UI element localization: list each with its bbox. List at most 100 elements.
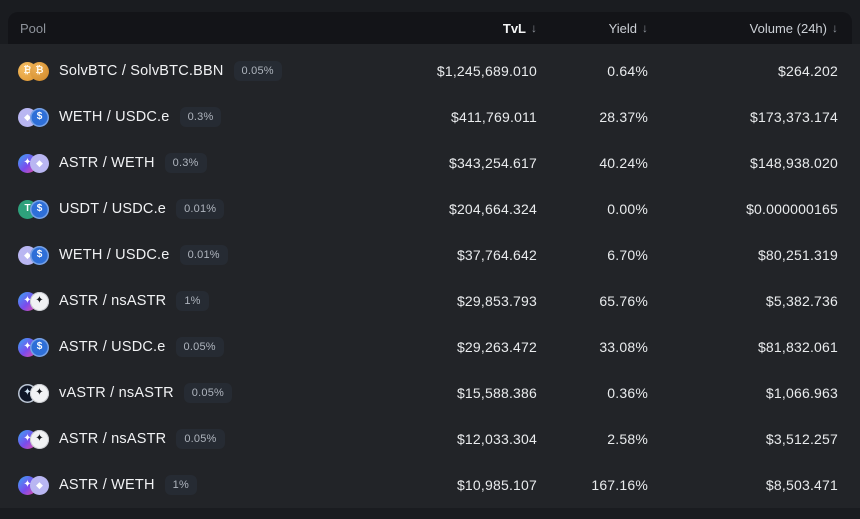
pool-name: USDT / USDC.e [59, 201, 166, 217]
pool-table-row[interactable]: ◆ $ WETH / USDC.e 0.3% $411,769.011 28.3… [0, 94, 860, 140]
pools-table-body: ₿ ₿ SolvBTC / SolvBTC.BBN 0.05% $1,245,6… [0, 44, 860, 508]
tvl-value: $29,853.793 [457, 278, 537, 324]
pool-cell: ₿ ₿ SolvBTC / SolvBTC.BBN 0.05% [0, 61, 282, 81]
pool-table-row[interactable]: ✦ ✦ ASTR / nsASTR 1% $29,853.793 65.76% … [0, 278, 860, 324]
fee-tier-badge: 0.05% [234, 61, 282, 81]
pool-name: ASTR / nsASTR [59, 431, 166, 447]
pool-name: ASTR / USDC.e [59, 339, 166, 355]
volume-value: $173,373.174 [750, 94, 838, 140]
tvl-value: $343,254.617 [449, 140, 537, 186]
nsastr-token-icon: ✦ [30, 292, 49, 311]
pool-name: vASTR / nsASTR [59, 385, 174, 401]
pool-cell: ✦ ◆ ASTR / WETH 1% [0, 475, 197, 495]
pool-header-label: Pool [20, 21, 46, 36]
pool-name: WETH / USDC.e [59, 109, 170, 125]
pool-table-row[interactable]: ✦ ◆ ASTR / WETH 0.3% $343,254.617 40.24%… [0, 140, 860, 186]
nsastr-token-icon: ✦ [30, 384, 49, 403]
volume-value: $5,382.736 [766, 278, 838, 324]
volume-value: $8,503.471 [766, 462, 838, 508]
yield-value: 2.58% [607, 416, 648, 462]
volume-value: $80,251.319 [758, 232, 838, 278]
solvbtcbbn-token-icon: ₿ [30, 62, 49, 81]
volume-value: $3,512.257 [766, 416, 838, 462]
yield-value: 40.24% [599, 140, 648, 186]
pool-table-row[interactable]: ✦ ◆ ASTR / WETH 1% $10,985.107 167.16% $… [0, 462, 860, 508]
tvl-value: $204,664.324 [449, 186, 537, 232]
tvl-value: $411,769.011 [451, 94, 537, 140]
token-pair-icons: ₿ ₿ [18, 62, 49, 81]
yield-value: 65.76% [599, 278, 648, 324]
pool-name: ASTR / WETH [59, 477, 155, 493]
pool-cell: ✦ ◆ ASTR / WETH 0.3% [0, 153, 207, 173]
pool-name: WETH / USDC.e [59, 247, 170, 263]
token-pair-icons: T $ [18, 200, 49, 219]
token-pair-icons: ◆ $ [18, 246, 49, 265]
tvl-value: $12,033.304 [457, 416, 537, 462]
token-pair-icons: ✦ ✦ [18, 384, 49, 403]
token-pair-icons: ◆ $ [18, 108, 49, 127]
yield-header-label: Yield [609, 21, 637, 36]
yield-value: 0.64% [607, 48, 648, 94]
volume-value: $148,938.020 [750, 140, 838, 186]
fee-tier-badge: 0.3% [180, 107, 222, 127]
pool-table-row[interactable]: ✦ ✦ ASTR / nsASTR 0.05% $12,033.304 2.58… [0, 416, 860, 462]
fee-tier-badge: 0.05% [176, 337, 224, 357]
usdc-token-icon: $ [30, 338, 49, 357]
yield-value: 33.08% [599, 324, 648, 370]
sort-descending-icon: ↓ [832, 21, 838, 35]
table-header: Pool TvL ↓ Yield ↓ Volume (24h) ↓ [8, 12, 852, 44]
pool-table-row[interactable]: ◆ $ WETH / USDC.e 0.01% $37,764.642 6.70… [0, 232, 860, 278]
nsastr-token-icon: ✦ [30, 430, 49, 449]
fee-tier-badge: 0.01% [176, 199, 224, 219]
pool-cell: ✦ ✦ ASTR / nsASTR 0.05% [0, 429, 225, 449]
pool-cell: T $ USDT / USDC.e 0.01% [0, 199, 224, 219]
weth-token-icon: ◆ [30, 154, 49, 173]
yield-value: 167.16% [591, 462, 648, 508]
pool-table-row[interactable]: T $ USDT / USDC.e 0.01% $204,664.324 0.0… [0, 186, 860, 232]
column-header-volume[interactable]: Volume (24h) ↓ [750, 12, 838, 44]
column-header-yield[interactable]: Yield ↓ [609, 12, 648, 44]
pool-cell: ✦ $ ASTR / USDC.e 0.05% [0, 337, 224, 357]
usdc-token-icon: $ [30, 108, 49, 127]
volume-value: $1,066.963 [766, 370, 838, 416]
sort-descending-icon: ↓ [642, 21, 648, 35]
volume-header-label: Volume (24h) [750, 21, 827, 36]
fee-tier-badge: 0.05% [176, 429, 224, 449]
yield-value: 0.36% [607, 370, 648, 416]
fee-tier-badge: 1% [165, 475, 197, 495]
tvl-value: $37,764.642 [457, 232, 537, 278]
usdc-token-icon: $ [30, 246, 49, 265]
yield-value: 28.37% [599, 94, 648, 140]
fee-tier-badge: 0.05% [184, 383, 232, 403]
token-pair-icons: ✦ ◆ [18, 476, 49, 495]
yield-value: 0.00% [607, 186, 648, 232]
token-pair-icons: ✦ ✦ [18, 292, 49, 311]
pool-table-row[interactable]: ✦ ✦ vASTR / nsASTR 0.05% $15,588.386 0.3… [0, 370, 860, 416]
pool-table-row[interactable]: ✦ $ ASTR / USDC.e 0.05% $29,263.472 33.0… [0, 324, 860, 370]
tvl-value: $1,245,689.010 [437, 48, 537, 94]
tvl-value: $10,985.107 [457, 462, 537, 508]
pool-table-row[interactable]: ₿ ₿ SolvBTC / SolvBTC.BBN 0.05% $1,245,6… [0, 48, 860, 94]
yield-value: 6.70% [607, 232, 648, 278]
pool-cell: ◆ $ WETH / USDC.e 0.3% [0, 107, 221, 127]
pool-cell: ✦ ✦ vASTR / nsASTR 0.05% [0, 383, 232, 403]
fee-tier-badge: 0.3% [165, 153, 207, 173]
pool-name: ASTR / WETH [59, 155, 155, 171]
pool-name: ASTR / nsASTR [59, 293, 166, 309]
pool-name: SolvBTC / SolvBTC.BBN [59, 63, 224, 79]
usdc-token-icon: $ [30, 200, 49, 219]
volume-value: $264.202 [778, 48, 838, 94]
volume-value: $0.000000165 [746, 186, 838, 232]
tvl-header-label: TvL [503, 21, 526, 36]
column-header-tvl[interactable]: TvL ↓ [503, 12, 537, 44]
tvl-value: $15,588.386 [457, 370, 537, 416]
token-pair-icons: ✦ $ [18, 338, 49, 357]
token-pair-icons: ✦ ◆ [18, 154, 49, 173]
sort-descending-icon: ↓ [531, 21, 537, 35]
volume-value: $81,832.061 [758, 324, 838, 370]
fee-tier-badge: 1% [176, 291, 208, 311]
weth-token-icon: ◆ [30, 476, 49, 495]
pool-cell: ✦ ✦ ASTR / nsASTR 1% [0, 291, 209, 311]
token-pair-icons: ✦ ✦ [18, 430, 49, 449]
fee-tier-badge: 0.01% [180, 245, 228, 265]
